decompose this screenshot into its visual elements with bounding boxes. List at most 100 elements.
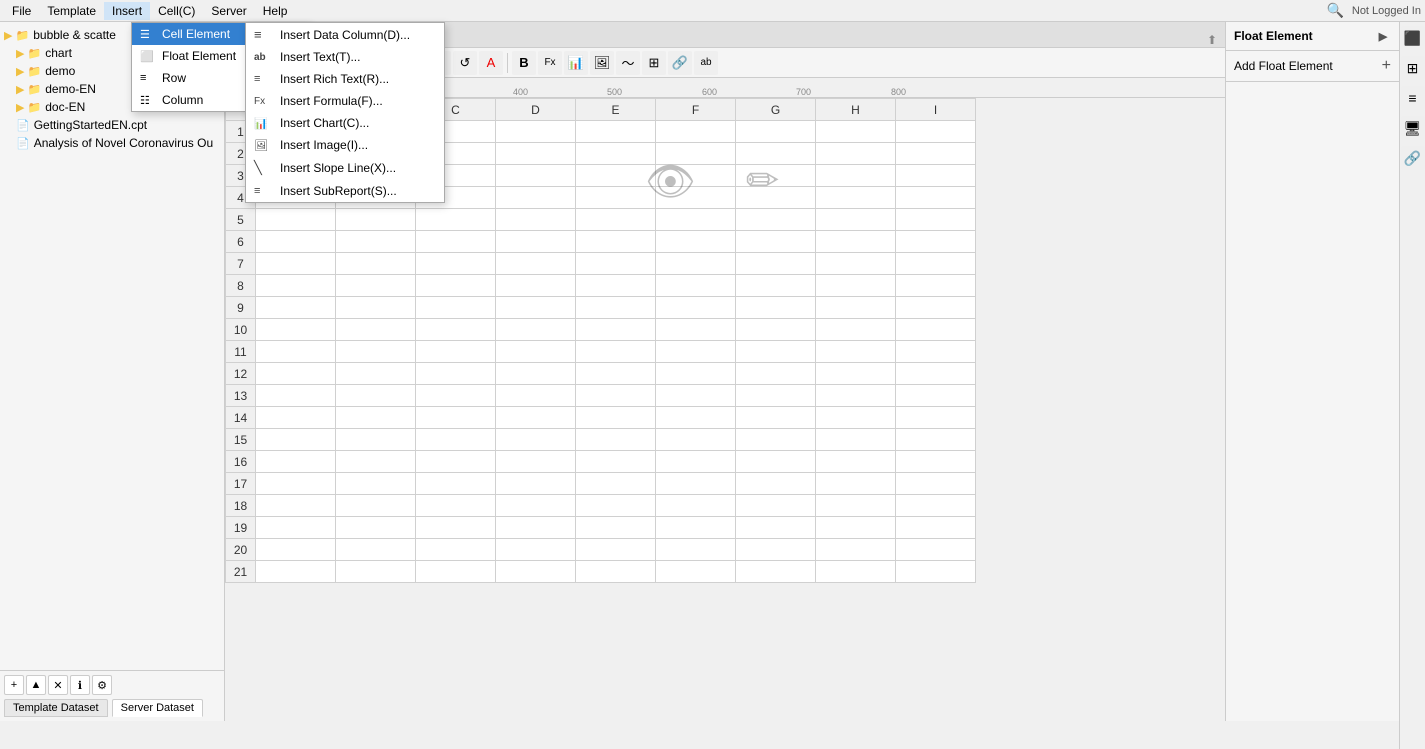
cell-E7[interactable] bbox=[576, 253, 656, 275]
submenu-insert-slope-line[interactable]: ╲ Insert Slope Line(X)... bbox=[246, 156, 444, 180]
row-header-12[interactable]: 12 bbox=[226, 363, 256, 385]
cell-G16[interactable] bbox=[736, 451, 816, 473]
tab-server-dataset[interactable]: Server Dataset bbox=[112, 699, 203, 717]
cell-H2[interactable] bbox=[816, 143, 896, 165]
cell-C15[interactable] bbox=[416, 429, 496, 451]
right-panel-icon2[interactable]: ⊞ bbox=[1401, 56, 1425, 80]
col-header-g[interactable]: G bbox=[736, 99, 816, 121]
cell-A16[interactable] bbox=[256, 451, 336, 473]
cell-F13[interactable] bbox=[656, 385, 736, 407]
cell-B17[interactable] bbox=[336, 473, 416, 495]
cell-D10[interactable] bbox=[496, 319, 576, 341]
cell-H8[interactable] bbox=[816, 275, 896, 297]
col-header-e[interactable]: E bbox=[576, 99, 656, 121]
submenu-insert-chart[interactable]: 📊 Insert Chart(C)... bbox=[246, 112, 444, 134]
cell-D11[interactable] bbox=[496, 341, 576, 363]
sidebar-add-btn[interactable]: + bbox=[4, 675, 24, 695]
cell-H9[interactable] bbox=[816, 297, 896, 319]
cell-C12[interactable] bbox=[416, 363, 496, 385]
sidebar-remove-btn[interactable]: ✕ bbox=[48, 675, 68, 695]
col-header-i[interactable]: I bbox=[896, 99, 976, 121]
cell-H18[interactable] bbox=[816, 495, 896, 517]
cell-F9[interactable] bbox=[656, 297, 736, 319]
menu-file[interactable]: File bbox=[4, 2, 39, 20]
cell-E9[interactable] bbox=[576, 297, 656, 319]
cell-D18[interactable] bbox=[496, 495, 576, 517]
cell-B15[interactable] bbox=[336, 429, 416, 451]
cell-A11[interactable] bbox=[256, 341, 336, 363]
rotate-button[interactable]: ↺ bbox=[453, 51, 477, 75]
menu-insert[interactable]: Insert bbox=[104, 2, 150, 20]
cell-D16[interactable] bbox=[496, 451, 576, 473]
row-header-11[interactable]: 11 bbox=[226, 341, 256, 363]
curve-button[interactable]: 〜 bbox=[616, 51, 640, 75]
cell-B21[interactable] bbox=[336, 561, 416, 583]
right-panel-icon4[interactable]: 🖥 bbox=[1401, 116, 1425, 140]
cell-F12[interactable] bbox=[656, 363, 736, 385]
cell-I18[interactable] bbox=[896, 495, 976, 517]
cell-I7[interactable] bbox=[896, 253, 976, 275]
chart-button[interactable]: 📊 bbox=[564, 51, 588, 75]
row-header-17[interactable]: 17 bbox=[226, 473, 256, 495]
cell-H21[interactable] bbox=[816, 561, 896, 583]
cell-G10[interactable] bbox=[736, 319, 816, 341]
cell-I1[interactable] bbox=[896, 121, 976, 143]
cell-H10[interactable] bbox=[816, 319, 896, 341]
row-header-18[interactable]: 18 bbox=[226, 495, 256, 517]
cell-G9[interactable] bbox=[736, 297, 816, 319]
cell-A7[interactable] bbox=[256, 253, 336, 275]
cell-E19[interactable] bbox=[576, 517, 656, 539]
cell-B18[interactable] bbox=[336, 495, 416, 517]
cell-E10[interactable] bbox=[576, 319, 656, 341]
cell-E12[interactable] bbox=[576, 363, 656, 385]
cell-C21[interactable] bbox=[416, 561, 496, 583]
cell-G4[interactable] bbox=[736, 187, 816, 209]
cell-D8[interactable] bbox=[496, 275, 576, 297]
tree-item-coronavirus[interactable]: 📄 Analysis of Novel Coronavirus Ou bbox=[0, 134, 224, 152]
cell-H7[interactable] bbox=[816, 253, 896, 275]
cell-I16[interactable] bbox=[896, 451, 976, 473]
cell-A5[interactable] bbox=[256, 209, 336, 231]
submenu-insert-data-column[interactable]: ≡ Insert Data Column(D)... bbox=[246, 23, 444, 46]
cell-I10[interactable] bbox=[896, 319, 976, 341]
cell-B6[interactable] bbox=[336, 231, 416, 253]
cell-F16[interactable] bbox=[656, 451, 736, 473]
cell-D5[interactable] bbox=[496, 209, 576, 231]
cell-A20[interactable] bbox=[256, 539, 336, 561]
cell-F6[interactable] bbox=[656, 231, 736, 253]
cell-G8[interactable] bbox=[736, 275, 816, 297]
cell-B12[interactable] bbox=[336, 363, 416, 385]
cell-B7[interactable] bbox=[336, 253, 416, 275]
cell-H16[interactable] bbox=[816, 451, 896, 473]
row-header-9[interactable]: 9 bbox=[226, 297, 256, 319]
cell-G13[interactable] bbox=[736, 385, 816, 407]
bold2-button[interactable]: B bbox=[512, 51, 536, 75]
pin-right-icon[interactable]: ⬆ bbox=[1207, 33, 1217, 47]
cell-A13[interactable] bbox=[256, 385, 336, 407]
cell-D13[interactable] bbox=[496, 385, 576, 407]
cell-B14[interactable] bbox=[336, 407, 416, 429]
cell-H15[interactable] bbox=[816, 429, 896, 451]
row-header-7[interactable]: 7 bbox=[226, 253, 256, 275]
cell-F5[interactable] bbox=[656, 209, 736, 231]
menu-cell[interactable]: Cell(C) bbox=[150, 2, 203, 20]
cell-C7[interactable] bbox=[416, 253, 496, 275]
cell-F17[interactable] bbox=[656, 473, 736, 495]
cell-E6[interactable] bbox=[576, 231, 656, 253]
cell-A9[interactable] bbox=[256, 297, 336, 319]
cell-G18[interactable] bbox=[736, 495, 816, 517]
cell-D1[interactable] bbox=[496, 121, 576, 143]
cell-H3[interactable] bbox=[816, 165, 896, 187]
cell-H13[interactable] bbox=[816, 385, 896, 407]
cell-A10[interactable] bbox=[256, 319, 336, 341]
submenu-insert-subreport[interactable]: ≡ Insert SubReport(S)... bbox=[246, 180, 444, 202]
cell-F20[interactable] bbox=[656, 539, 736, 561]
cell-C11[interactable] bbox=[416, 341, 496, 363]
cell-I5[interactable] bbox=[896, 209, 976, 231]
menu-help[interactable]: Help bbox=[255, 2, 296, 20]
cell-I8[interactable] bbox=[896, 275, 976, 297]
cell-I6[interactable] bbox=[896, 231, 976, 253]
cell-F21[interactable] bbox=[656, 561, 736, 583]
cell-E21[interactable] bbox=[576, 561, 656, 583]
cell-I9[interactable] bbox=[896, 297, 976, 319]
